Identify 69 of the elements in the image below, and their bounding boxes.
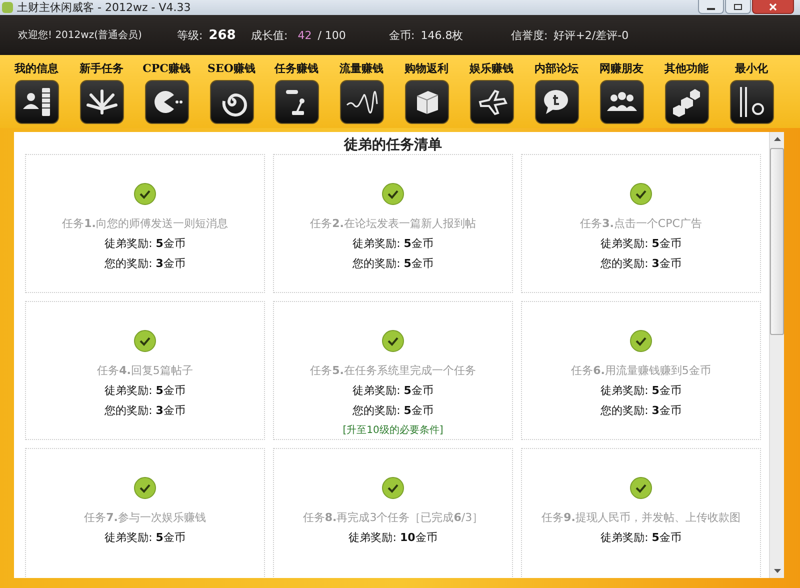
- reward-text: 徒弟奖励: 5金币: [600, 530, 682, 545]
- panel-title: 徒弟的任务清单: [342, 136, 443, 154]
- growth-max: / 100: [318, 28, 346, 42]
- task-title: 任务7.参与一次娱乐赚钱: [84, 510, 206, 525]
- reward-text: 徒弟奖励: 5金币: [104, 383, 186, 398]
- welcome-text: 欢迎您! 2012wz(普通会员): [18, 28, 143, 42]
- task-title: 任务9.提现人民币，并发帖、上传收款图: [542, 510, 740, 525]
- reputation-label: 信誉度:: [511, 28, 548, 42]
- level-label: 等级:: [177, 28, 203, 42]
- growth-value: 42: [298, 28, 312, 42]
- window-title: 土财主休闲威客 - 2012wz - V4.33: [17, 1, 191, 14]
- task-title: 任务1.向您的师傅发送一则短消息: [62, 216, 228, 231]
- reward-text: 您的奖励: 3金币: [600, 403, 682, 418]
- maximize-icon: [733, 2, 743, 10]
- task-title: 任务8.再完成3个任务［已完成6/3］: [302, 510, 484, 525]
- reward-text: 您的奖励: 5金币: [352, 256, 434, 271]
- scrollbar-thumb[interactable]: [770, 148, 784, 335]
- pacman-icon[interactable]: [144, 80, 188, 124]
- nav-label[interactable]: 娱乐赚钱: [470, 61, 514, 76]
- reward-text: 徒弟奖励: 5金币: [352, 383, 434, 398]
- growth-label: 成长值:: [251, 28, 288, 42]
- reward-text: 徒弟奖励: 10金币: [348, 530, 438, 545]
- reward-text: 您的奖励: 3金币: [600, 256, 682, 271]
- close-button[interactable]: [752, 0, 794, 14]
- spiral-icon[interactable]: [210, 80, 254, 124]
- maximize-button[interactable]: [725, 0, 751, 14]
- people-icon[interactable]: [600, 80, 644, 124]
- nav-label[interactable]: 最小化: [735, 61, 768, 76]
- task-title: 任务4.回复5篇帖子: [97, 363, 193, 378]
- reputation-value: 好评+2/差评-0: [554, 28, 629, 42]
- minimize-button[interactable]: [698, 0, 724, 14]
- nav-label[interactable]: 流量赚钱: [340, 61, 384, 76]
- airplane-icon[interactable]: [470, 80, 514, 124]
- nav-label[interactable]: CPC赚钱: [142, 61, 190, 76]
- wave-icon[interactable]: [340, 80, 384, 124]
- joystick-icon[interactable]: [274, 80, 318, 124]
- reward-text: 徒弟奖励: 5金币: [600, 236, 682, 251]
- reward-text: 徒弟奖励: 5金币: [104, 530, 186, 545]
- scrollbar[interactable]: [769, 132, 784, 578]
- app-icon: [2, 2, 13, 13]
- nav-label[interactable]: 任务赚钱: [274, 61, 318, 76]
- nav-label[interactable]: 新手任务: [80, 61, 124, 76]
- nav-label[interactable]: SEO赚钱: [208, 61, 256, 76]
- task-title: 任务6.用流量赚钱赚到5金币: [571, 363, 711, 378]
- reward-text: 徒弟奖励: 5金币: [600, 383, 682, 398]
- note-text: [升至10级的必要条件]: [342, 424, 444, 437]
- nav-label[interactable]: 内部论坛: [534, 61, 578, 76]
- reward-text: 您的奖励: 3金币: [104, 256, 186, 271]
- coin-label: 金币:: [389, 28, 415, 42]
- coin-value: 146.8枚: [420, 28, 464, 42]
- reward-text: 徒弟奖励: 5金币: [352, 236, 434, 251]
- reward-text: 您的奖励: 5金币: [352, 403, 434, 418]
- reward-text: 您的奖励: 3金币: [104, 403, 186, 418]
- nav-label[interactable]: 我的信息: [14, 61, 58, 76]
- stripes-icon[interactable]: [730, 80, 774, 124]
- task-title: 任务3.点击一个CPC广告: [580, 216, 702, 231]
- person-icon[interactable]: [14, 80, 58, 124]
- level-value: 268: [208, 28, 236, 42]
- close-icon: [768, 2, 778, 10]
- nav-label[interactable]: 网赚朋友: [600, 61, 644, 76]
- nav-label[interactable]: 其他功能: [664, 61, 708, 76]
- task-title: 任务5.在任务系统里完成一个任务: [310, 363, 476, 378]
- hexagons-icon[interactable]: [664, 80, 708, 124]
- cube-icon[interactable]: [404, 80, 448, 124]
- task-title: 任务2.在论坛发表一篇新人报到帖: [310, 216, 476, 231]
- speech-bubble-icon[interactable]: [534, 80, 578, 124]
- reward-text: 徒弟奖励: 5金币: [104, 236, 186, 251]
- leaf-icon[interactable]: [80, 80, 124, 124]
- nav-label[interactable]: 购物返利: [404, 61, 448, 76]
